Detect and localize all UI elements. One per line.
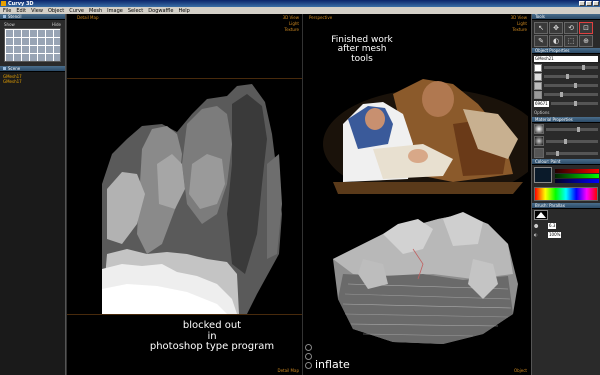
menu-mesh[interactable]: Mesh — [89, 8, 102, 14]
menu-edit[interactable]: Edit — [16, 8, 26, 14]
pan-view-icon[interactable] — [305, 353, 312, 360]
left-panel: Stencil Show Hide Scene GMesh17 GMesh17 — [0, 14, 66, 375]
menu-select[interactable]: Select — [128, 8, 143, 14]
menu-bar: File Edit View Object Curve Mesh Image S… — [0, 7, 600, 14]
menu-image[interactable]: Image — [107, 8, 123, 14]
material-slider[interactable] — [546, 138, 598, 144]
tool-add-icon[interactable]: ⊕ — [579, 35, 593, 47]
tool-frame-icon[interactable]: ⬚ — [564, 35, 578, 47]
caption-line: tools — [351, 53, 373, 64]
red-channel-slider[interactable] — [555, 169, 599, 173]
scene-title: Scene — [8, 66, 21, 71]
color-spectrum-picker[interactable] — [534, 187, 598, 201]
menu-curve[interactable]: Curve — [69, 8, 84, 14]
finished-work-caption: Finished work after mesh tools — [323, 35, 401, 64]
panel-collapse-icon — [3, 15, 6, 18]
menu-file[interactable]: File — [3, 8, 11, 14]
rotate-view-icon[interactable] — [305, 344, 312, 351]
blue-channel-slider[interactable] — [555, 179, 599, 183]
material-slider[interactable] — [546, 150, 598, 156]
green-channel-slider[interactable] — [555, 174, 599, 178]
property-swatch[interactable] — [534, 63, 542, 72]
panel-collapse-icon — [3, 67, 6, 70]
menu-help[interactable]: Help — [178, 8, 189, 14]
object-name-field[interactable]: GMesh21 — [534, 55, 598, 62]
close-button[interactable] — [593, 1, 599, 6]
inflated-3d-mesh — [333, 212, 518, 344]
tool-mesh-icon[interactable]: ⊡ — [579, 22, 593, 34]
brush-size-field[interactable]: 6.3 — [548, 222, 557, 229]
material-thumbnail[interactable] — [534, 124, 544, 134]
material-slider[interactable] — [546, 126, 598, 132]
window-title: Curvy 3D — [8, 0, 34, 7]
title-bar: Curvy 3D — [0, 0, 600, 7]
tools-grid: ↖ ✥ ⟲ ⊡ ✎ ◐ ⬚ ⊕ — [532, 20, 600, 48]
view-3d-label[interactable]: 3D View — [511, 15, 527, 20]
brush-shape-preview[interactable] — [534, 210, 548, 220]
property-slider[interactable] — [544, 65, 598, 70]
view-texture-label[interactable]: Texture — [512, 27, 527, 32]
zoom-view-icon[interactable] — [305, 362, 312, 369]
value-field[interactable]: 69671 — [534, 100, 549, 107]
scene-item[interactable]: GMesh17 — [3, 79, 62, 84]
tool-draw-icon[interactable]: ✎ — [534, 35, 548, 47]
blocked-out-caption: blocked out in photoshop type program — [127, 320, 297, 353]
property-swatch[interactable] — [534, 90, 542, 99]
property-slider[interactable] — [544, 83, 598, 88]
options-label[interactable]: Options — [534, 110, 549, 115]
finished-render-image — [323, 79, 528, 194]
minimize-button[interactable] — [579, 1, 585, 6]
menu-object[interactable]: Object — [48, 8, 64, 14]
maximize-button[interactable] — [586, 1, 592, 6]
material-thumbnail[interactable] — [534, 148, 544, 158]
value-slider[interactable] — [550, 101, 598, 106]
caption-line: photoshop type program — [149, 341, 275, 352]
current-color-swatch[interactable] — [534, 167, 552, 183]
property-swatch[interactable] — [534, 81, 542, 90]
view-light-label[interactable]: Light — [517, 21, 527, 26]
tool-select-icon[interactable]: ↖ — [534, 22, 548, 34]
detail-map-viewport[interactable]: Detail Map 3D View Light Texture Detail … — [66, 14, 303, 375]
right-panel: Tools ↖ ✥ ⟲ ⊡ ✎ ◐ ⬚ ⊕ Object Properties … — [531, 14, 600, 375]
inflate-caption: inflate — [315, 358, 350, 371]
stencil-title: Stencil — [8, 14, 22, 19]
menu-view[interactable]: View — [31, 8, 43, 14]
tool-move-icon[interactable]: ✥ — [549, 22, 563, 34]
viewport-footer-label: Object — [513, 368, 527, 373]
brush-size-icon: ⬤ — [534, 223, 539, 228]
property-slider[interactable] — [544, 92, 598, 97]
stencil-show-button[interactable]: Show — [4, 22, 15, 27]
brush-opacity-field[interactable]: 100% — [548, 231, 562, 238]
viewport-label: Perspective — [309, 15, 333, 20]
property-slider[interactable] — [544, 74, 598, 79]
stencil-panel: Show Hide — [0, 20, 65, 66]
caption-line: blocked out — [182, 320, 242, 331]
tool-rotate-icon[interactable]: ⟲ — [564, 22, 578, 34]
perspective-viewport[interactable]: Perspective 3D View Light Texture Object… — [302, 14, 530, 375]
stencil-grid[interactable] — [4, 28, 61, 62]
navigation-controls — [305, 344, 313, 369]
tool-shade-icon[interactable]: ◐ — [549, 35, 563, 47]
stencil-hide-button[interactable]: Hide — [52, 22, 61, 27]
brush-opacity-icon: ◐ — [534, 232, 538, 237]
app-icon — [1, 1, 6, 6]
material-thumbnail[interactable] — [534, 136, 544, 146]
property-swatch[interactable] — [534, 72, 542, 81]
menu-dogwaffle[interactable]: Dogwaffle — [148, 8, 173, 14]
scene-list: GMesh17 GMesh17 — [0, 72, 65, 86]
